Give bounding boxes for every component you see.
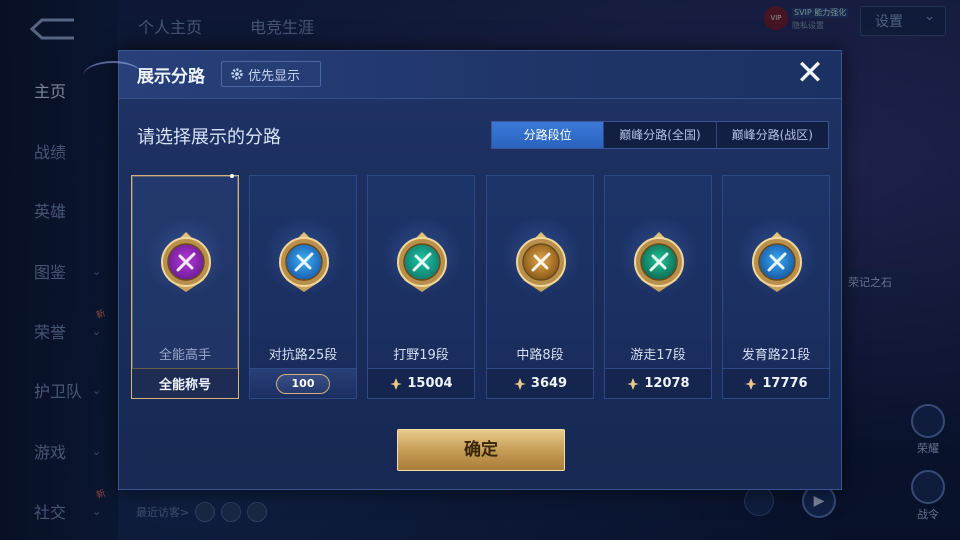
dialog-header: 展示分路 优先显示 ✕ bbox=[83, 51, 841, 99]
farm-lane-emblem-icon bbox=[752, 232, 802, 292]
lane-card[interactable]: 对抗路25段 100 bbox=[249, 175, 357, 399]
power-score-value: 17776 bbox=[762, 376, 808, 391]
lane-card-name: 游走17段 bbox=[630, 348, 686, 363]
segment-control: 分路段位 巅峰分路(全国) 巅峰分路(战区) bbox=[491, 121, 829, 149]
priority-display-label: 优先显示 bbox=[248, 68, 301, 84]
gear-icon bbox=[231, 68, 243, 80]
power-score-icon bbox=[627, 377, 640, 390]
ribbon-decoration bbox=[83, 61, 143, 91]
jungle-emblem-icon bbox=[397, 232, 447, 292]
lane-card-name: 中路8段 bbox=[516, 348, 564, 363]
lane-card[interactable]: 发育路21段 17776 bbox=[722, 175, 830, 399]
lane-card-name: 对抗路25段 bbox=[268, 348, 338, 363]
lane-card-name: 打野19段 bbox=[393, 348, 449, 363]
confirm-button[interactable]: 确定 bbox=[397, 429, 565, 471]
power-score-icon bbox=[513, 377, 526, 390]
tab-lane-rank[interactable]: 分路段位 bbox=[492, 122, 605, 148]
lane-card[interactable]: 全能高手 全能称号 bbox=[131, 174, 239, 399]
power-score-icon bbox=[390, 377, 403, 390]
close-button[interactable]: ✕ bbox=[793, 56, 827, 91]
power-score-value: 12078 bbox=[644, 376, 690, 391]
dialog-title: 展示分路 bbox=[137, 67, 205, 87]
mid-lane-emblem-icon bbox=[516, 232, 566, 292]
priority-display-button[interactable]: 优先显示 bbox=[221, 61, 321, 87]
lane-card-name: 发育路21段 bbox=[741, 348, 811, 363]
lane-card-name: 全能高手 bbox=[158, 348, 211, 363]
lane-card[interactable]: 打野19段 15004 bbox=[367, 175, 475, 399]
lane-card-footer: 17776 bbox=[723, 368, 829, 398]
lane-card-footer: 3649 bbox=[487, 368, 593, 398]
lane-card-title-label: 全能称号 bbox=[158, 378, 211, 393]
power-score-value: 3649 bbox=[530, 376, 568, 391]
power-score-icon bbox=[745, 377, 758, 390]
lane-card-footer: 12078 bbox=[605, 368, 711, 398]
power-score-value: 15004 bbox=[407, 376, 453, 391]
lane-card[interactable]: 中路8段 3649 bbox=[486, 175, 594, 399]
lane-card-footer: 15004 bbox=[368, 368, 474, 398]
lane-card-list: 全能高手 全能称号 对抗路25段 100 打野19段 15004 中路8段 3649 游走17段… bbox=[131, 174, 831, 399]
lane-card-footer: 全能称号 bbox=[132, 368, 238, 398]
tab-peak-lane-region[interactable]: 巅峰分路(战区) bbox=[717, 122, 828, 148]
lane-card-footer: 100 bbox=[250, 368, 356, 398]
selected-corner-dot bbox=[230, 174, 234, 178]
display-lane-dialog: 展示分路 优先显示 ✕ 请选择展示的分路 分路段位 巅峰分路(全国) 巅峰分路(… bbox=[83, 50, 842, 490]
dialog-subtitle: 请选择展示的分路 bbox=[137, 127, 281, 148]
clash-lane-emblem-icon bbox=[279, 232, 329, 292]
close-icon: ✕ bbox=[795, 53, 825, 93]
lane-card[interactable]: 游走17段 12078 bbox=[604, 175, 712, 399]
allround-emblem-icon bbox=[161, 232, 211, 292]
star-count-badge: 100 bbox=[276, 373, 330, 394]
tab-peak-lane-national[interactable]: 巅峰分路(全国) bbox=[604, 122, 717, 148]
roam-emblem-icon bbox=[634, 232, 684, 292]
